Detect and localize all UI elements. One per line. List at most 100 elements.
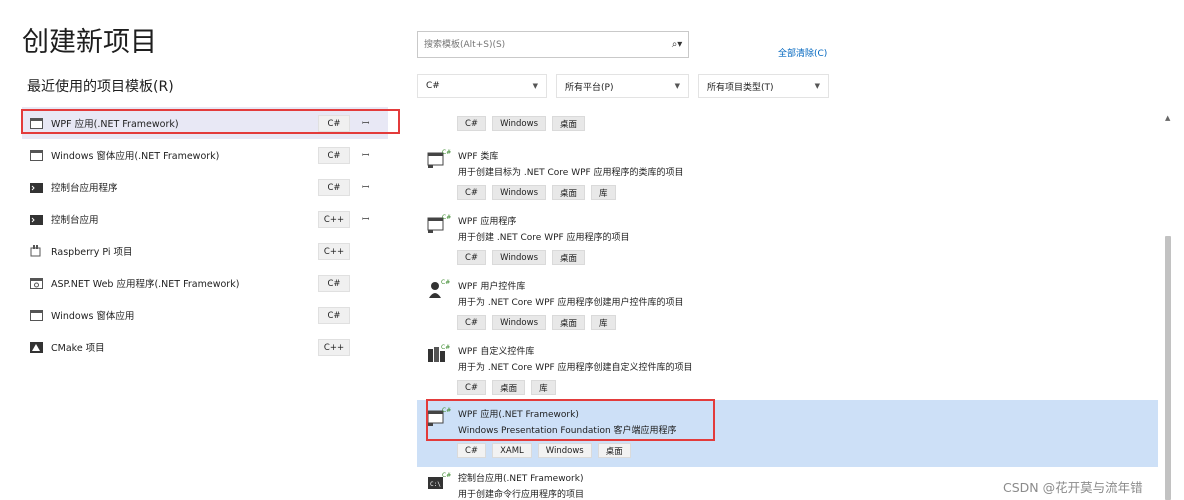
template-item[interactable]: C# WPF 应用(.NET Framework) Windows Presenta…: [417, 400, 1158, 467]
tag-badge: C#: [457, 250, 487, 265]
template-name: WPF 用户控件库: [458, 282, 526, 292]
wpf-custom-control-icon: C#: [427, 343, 451, 365]
chevron-down-icon: ▼: [532, 82, 538, 90]
search-input[interactable]: [422, 38, 666, 51]
template-name: 控制台应用(.NET Framework): [458, 474, 584, 484]
tag-badge: Windows: [492, 250, 547, 265]
tag-badge: Windows: [537, 443, 592, 458]
tag-badge: XAML: [492, 443, 532, 458]
template-item[interactable]: C# WPF 应用程序 用于创建 .NET Core WPF 应用程序的项目 C# Wi…: [417, 207, 1158, 272]
template-item[interactable]: C# Windows 桌面: [417, 110, 1158, 142]
svg-text:C#: C#: [442, 472, 451, 479]
recent-template-item[interactable]: Windows 窗体应用(.NET Framework) C# ꟷ: [22, 139, 388, 171]
recent-template-item[interactable]: WPF 应用(.NET Framework) C# ꟷ: [22, 107, 388, 139]
scrollbar-thumb[interactable]: [1165, 236, 1171, 500]
template-name: WPF 应用(.NET Framework): [458, 410, 579, 420]
template-description: Windows Presentation Foundation 客户端应用程序: [458, 426, 677, 436]
pin-icon[interactable]: ꟷ: [362, 212, 369, 225]
template-name: WPF 应用程序: [458, 217, 517, 227]
web-window-icon: [29, 277, 43, 289]
raspberry-icon: [29, 245, 43, 257]
template-tags: C# Windows 桌面: [457, 250, 586, 265]
language-filter[interactable]: C# ▼: [417, 74, 547, 98]
tag-badge: C#: [457, 116, 487, 131]
language-badge: C#: [318, 115, 350, 132]
template-tags: C# Windows 桌面: [457, 116, 586, 131]
scroll-up-arrow-icon[interactable]: ▲: [1165, 114, 1170, 122]
watermark: CSDN @花开莫与流年错: [1003, 480, 1143, 495]
template-description: 用于为 .NET Core WPF 应用程序创建用户控件库的项目: [458, 298, 684, 308]
clear-all-link[interactable]: 全部清除(C): [778, 46, 827, 59]
pin-icon[interactable]: ꟷ: [362, 148, 369, 161]
tag-badge: C#: [457, 315, 487, 330]
tag-badge: 桌面: [552, 116, 586, 131]
search-box[interactable]: ⌕▾: [417, 31, 689, 58]
svg-text:C#: C#: [442, 214, 451, 221]
template-tags: C# XAML Windows 桌面: [457, 443, 631, 458]
language-badge: C#: [318, 147, 350, 164]
recent-templates-list: WPF 应用(.NET Framework) C# ꟷ Windows 窗体应用(.N…: [22, 107, 388, 363]
wpf-library-icon: C#: [427, 148, 451, 170]
template-description: 用于为 .NET Core WPF 应用程序创建自定义控件库的项目: [458, 363, 693, 373]
tag-badge: 桌面: [492, 380, 526, 395]
template-tags: C# Windows 桌面库: [457, 185, 616, 200]
project-type-filter-value: 所有项目类型(T): [707, 82, 774, 93]
svg-text:C#: C#: [441, 344, 450, 351]
tag-badge: 桌面: [552, 250, 586, 265]
svg-text:C#: C#: [442, 149, 451, 156]
tag-badge: C#: [457, 185, 487, 200]
search-icon[interactable]: ⌕▾: [666, 39, 688, 50]
template-list-scrollbar[interactable]: ▲: [1162, 110, 1174, 500]
recent-templates-heading: 最近使用的项目模板(R): [27, 79, 174, 95]
language-badge: C#: [318, 307, 350, 324]
language-badge: C++: [318, 339, 350, 356]
recent-template-item[interactable]: Windows 窗体应用 C#: [22, 299, 388, 331]
template-description: 用于创建目标为 .NET Core WPF 应用程序的类库的项目: [458, 168, 684, 178]
recent-template-item[interactable]: CMake 项目 C++: [22, 331, 388, 363]
tag-badge: C#: [457, 443, 487, 458]
recent-template-item[interactable]: ASP.NET Web 应用程序(.NET Framework) C#: [22, 267, 388, 299]
pin-icon[interactable]: ꟷ: [362, 180, 369, 193]
tag-badge: 库: [591, 315, 616, 330]
template-name: WPF 类库: [458, 152, 499, 162]
svg-text:C#: C#: [441, 279, 450, 286]
console-icon: [29, 213, 43, 225]
template-item[interactable]: C# WPF 用户控件库用于为 .NET Core WPF 应用程序创建用户控件库…: [417, 272, 1158, 337]
template-item[interactable]: C# WPF 自定义控件库用于为 .NET Core WPF 应用程序创建自定义控…: [417, 337, 1158, 400]
template-list: C# Windows 桌面 C# WPF 类库用于创建目标为 .NET Core WPF…: [417, 110, 1158, 500]
pin-icon[interactable]: ꟷ: [362, 116, 369, 129]
language-badge: C++: [318, 211, 350, 228]
language-filter-value: C#: [426, 81, 440, 91]
window-icon: [29, 309, 43, 321]
tag-badge: 库: [591, 185, 616, 200]
project-type-filter[interactable]: 所有项目类型(T) ▼: [698, 74, 829, 98]
chevron-down-icon: ▼: [674, 82, 680, 90]
recent-template-item[interactable]: Raspberry Pi 项目 C++: [22, 235, 388, 267]
tag-badge: 桌面: [552, 185, 586, 200]
template-item[interactable]: C# WPF 类库用于创建目标为 .NET Core WPF 应用程序的类库的项目…: [417, 142, 1158, 207]
tag-badge: Windows: [492, 185, 547, 200]
recent-template-item[interactable]: 控制台应用程序 C# ꟷ: [22, 171, 388, 203]
chevron-down-icon: ▼: [814, 82, 820, 90]
language-badge: C#: [318, 179, 350, 196]
template-description: 用于创建命令行应用程序的项目: [458, 490, 585, 500]
recent-template-item[interactable]: 控制台应用 C++ ꟷ: [22, 203, 388, 235]
console-icon: [29, 181, 43, 193]
template-tags: C# 桌面库: [457, 380, 556, 395]
window-icon: [29, 149, 43, 161]
cmake-icon: [29, 341, 43, 353]
tag-badge: C#: [457, 380, 487, 395]
language-badge: C#: [318, 275, 350, 292]
template-tags: C# Windows 桌面库: [457, 315, 616, 330]
tag-badge: Windows: [492, 315, 547, 330]
wpf-app-icon: C#: [427, 213, 451, 235]
console-app-icon: C:\ C#: [427, 471, 451, 493]
tag-badge: Windows: [492, 116, 547, 131]
platform-filter[interactable]: 所有平台(P) ▼: [556, 74, 689, 98]
svg-text:C#: C#: [442, 407, 451, 414]
template-name: WPF 自定义控件库: [458, 347, 535, 357]
tag-badge: 库: [531, 380, 556, 395]
wpf-user-control-icon: C#: [427, 278, 451, 300]
tag-badge: 桌面: [597, 443, 631, 458]
tag-badge: 桌面: [552, 315, 586, 330]
